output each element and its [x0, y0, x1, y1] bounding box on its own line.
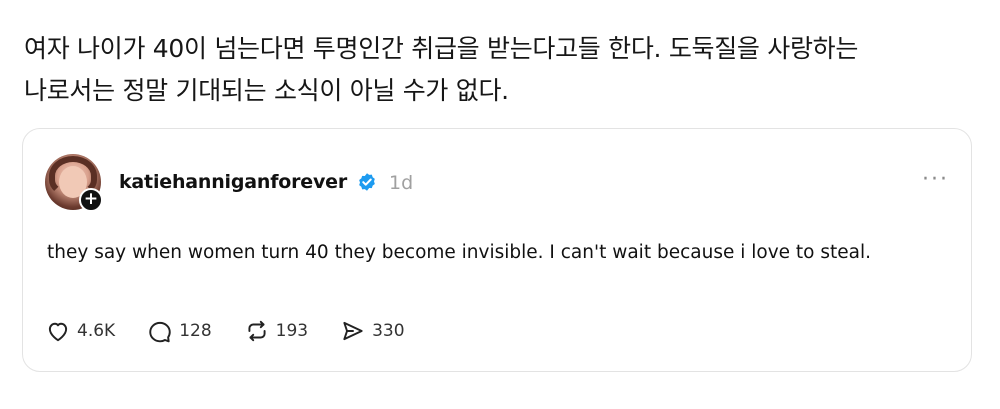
post-text: they say when women turn 40 they become … — [47, 242, 871, 263]
post-time: 1d — [389, 172, 414, 194]
speech-bubble-icon — [149, 321, 171, 343]
like-count: 4.6K — [77, 321, 116, 341]
share-count: 330 — [372, 321, 405, 341]
reply-count: 128 — [179, 321, 212, 341]
caption: 여자 나이가 40이 넘는다면 투명인간 취급을 받는다고들 한다. 도둑질을 … — [24, 28, 984, 112]
verified-badge-icon — [359, 173, 375, 191]
repost-count: 193 — [275, 321, 309, 341]
like-button[interactable]: 4.6K — [45, 318, 115, 344]
share-button[interactable]: 330 — [340, 318, 405, 344]
send-icon — [343, 321, 363, 341]
more-options-icon[interactable]: ··· — [922, 169, 949, 191]
username[interactable]: katiehanniganforever — [119, 171, 347, 193]
caption-line-1: 여자 나이가 40이 넘는다면 투명인간 취급을 받는다고들 한다. 도둑질을 … — [24, 34, 859, 63]
heart-icon — [48, 322, 68, 342]
avatar[interactable]: + — [45, 154, 103, 212]
reply-button[interactable]: 128 — [147, 318, 212, 344]
repost-button[interactable]: 193 — [244, 318, 308, 344]
caption-line-2: 나로서는 정말 기대되는 소식이 아닐 수가 없다. — [24, 76, 509, 105]
follow-button[interactable]: + — [79, 188, 103, 212]
action-bar: 4.6K 128 193 330 — [45, 319, 437, 343]
post-card[interactable]: + katiehanniganforever 1d ··· they say w… — [22, 128, 972, 372]
repost-icon — [248, 320, 266, 342]
